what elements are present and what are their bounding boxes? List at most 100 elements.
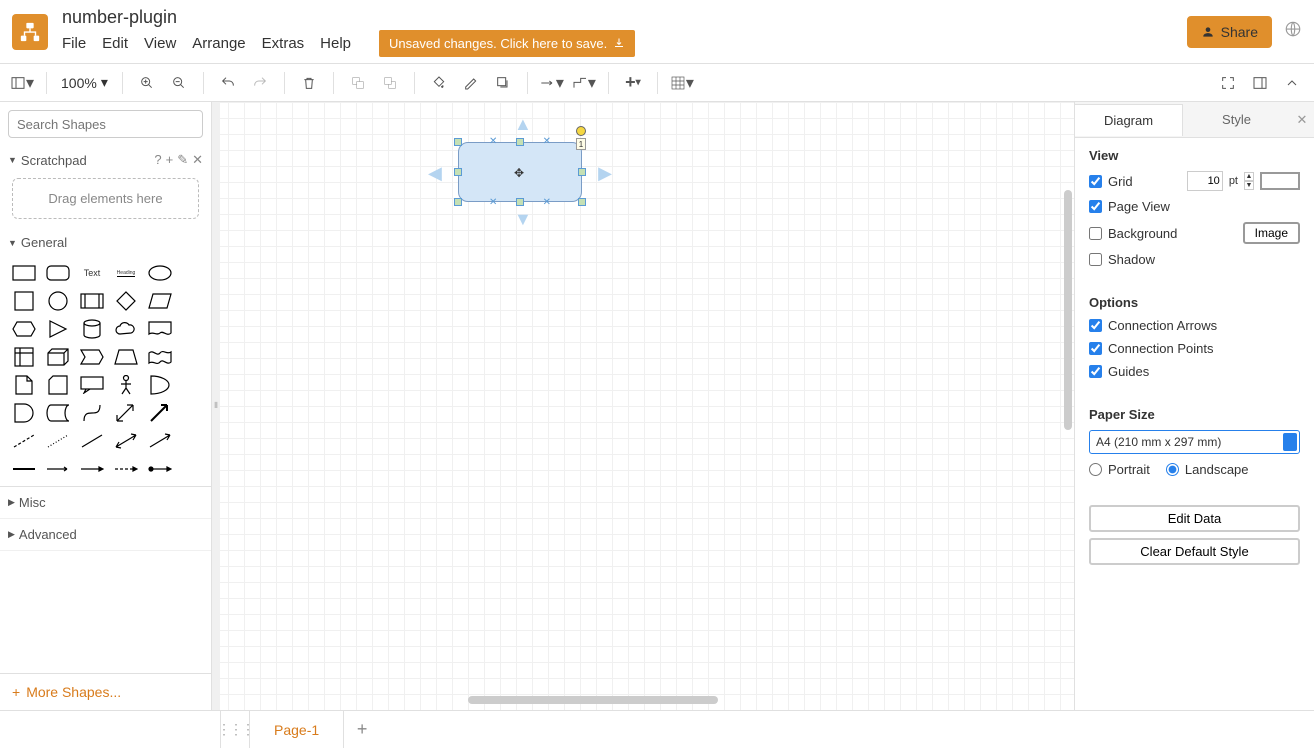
conn-pt[interactable]: ✕ (543, 197, 551, 208)
shape-diamond[interactable] (112, 290, 140, 312)
panel-close-icon[interactable]: ✕ (1290, 112, 1314, 128)
step-down[interactable]: ▼ (1244, 181, 1254, 190)
edit-icon[interactable]: ✎ (177, 152, 188, 168)
selected-shape[interactable]: ◀ ▶ ▲ ▼ 1 ✕ ✕ ✕ ✕ ✥ (458, 142, 582, 202)
edit-data-button[interactable]: Edit Data (1089, 505, 1300, 532)
close-icon[interactable]: ✕ (192, 152, 203, 168)
dir-arrow-left[interactable]: ◀ (428, 163, 442, 184)
table-dropdown[interactable]: ▾ (668, 69, 696, 97)
shape-dashed-line[interactable] (10, 430, 38, 452)
resize-handle-tc[interactable] (516, 138, 524, 146)
line-color-button[interactable] (457, 69, 485, 97)
format-panel-toggle[interactable] (1246, 69, 1274, 97)
insert-dropdown[interactable]: +▾ (619, 69, 647, 97)
shape-text[interactable]: Text (78, 262, 106, 284)
shape-process[interactable] (78, 290, 106, 312)
menu-edit[interactable]: Edit (102, 35, 128, 52)
undo-button[interactable] (214, 69, 242, 97)
tab-diagram[interactable]: Diagram (1075, 104, 1183, 136)
grid-size-input[interactable] (1187, 171, 1223, 191)
collapse-button[interactable] (1278, 69, 1306, 97)
shape-circle[interactable] (44, 290, 72, 312)
shape-arrow[interactable] (146, 402, 174, 424)
shape-internal-storage[interactable] (10, 346, 38, 368)
shape-thin-arrow[interactable] (78, 458, 106, 480)
shape-parallelogram[interactable] (146, 290, 174, 312)
shape-search[interactable] (8, 110, 203, 138)
fill-color-button[interactable] (425, 69, 453, 97)
guides-checkbox[interactable]: Guides (1089, 364, 1149, 379)
help-icon[interactable]: ? (154, 152, 161, 168)
shape-dotted-line[interactable] (44, 430, 72, 452)
tab-style[interactable]: Style (1183, 104, 1290, 135)
add-icon[interactable]: + (166, 152, 174, 168)
conn-pt[interactable]: ✕ (489, 197, 497, 208)
advanced-header[interactable]: ▶ Advanced (0, 519, 211, 551)
shape-rounded-rect[interactable] (44, 262, 72, 284)
shape-triangle[interactable] (44, 318, 72, 340)
shape-ellipse[interactable] (146, 262, 174, 284)
shape-or[interactable] (146, 374, 174, 396)
shape-cloud[interactable] (112, 318, 140, 340)
dir-arrow-right[interactable]: ▶ (598, 163, 612, 184)
delete-button[interactable] (295, 69, 323, 97)
shape-heading[interactable]: Heading (112, 262, 140, 284)
conn-pt[interactable]: ✕ (543, 136, 551, 147)
fullscreen-button[interactable] (1214, 69, 1242, 97)
page-tab-1[interactable]: Page-1 (250, 711, 344, 748)
general-header[interactable]: ▼ General (0, 229, 211, 256)
resize-handle-tl[interactable] (454, 138, 462, 146)
vertical-scrollbar[interactable] (1064, 190, 1072, 430)
shape-callout[interactable] (78, 374, 106, 396)
dir-arrow-up[interactable]: ▲ (514, 114, 532, 135)
shape-hexagon[interactable] (10, 318, 38, 340)
shape-trapezoid[interactable] (112, 346, 140, 368)
grid-checkbox[interactable]: Grid (1089, 174, 1133, 189)
splitter-handle[interactable]: ⦀ (212, 102, 220, 710)
shape-dashed-arrow[interactable] (112, 458, 140, 480)
canvas-page[interactable]: ◀ ▶ ▲ ▼ 1 ✕ ✕ ✕ ✕ ✥ (220, 102, 1074, 710)
to-back-button[interactable] (376, 69, 404, 97)
menu-extras[interactable]: Extras (262, 35, 305, 52)
shape-rect[interactable] (10, 262, 38, 284)
canvas[interactable]: ⦀ ◀ ▶ ▲ ▼ 1 ✕ ✕ ✕ ✕ (212, 102, 1074, 710)
connection-dropdown[interactable]: ▾ (538, 69, 566, 97)
app-logo[interactable] (12, 14, 48, 50)
step-up[interactable]: ▲ (1244, 172, 1254, 181)
menu-view[interactable]: View (144, 35, 176, 52)
sidebar-toggle-button[interactable]: ▾ (8, 69, 36, 97)
more-shapes-button[interactable]: + More Shapes... (0, 673, 211, 710)
shape-document[interactable] (146, 318, 174, 340)
shape-data-storage[interactable] (44, 402, 72, 424)
misc-header[interactable]: ▶ Misc (0, 487, 211, 519)
shape-square[interactable] (10, 290, 38, 312)
resize-handle-bl[interactable] (454, 198, 462, 206)
shape-and[interactable] (10, 402, 38, 424)
zoom-dropdown[interactable]: 100%▾ (57, 74, 112, 91)
waypoints-dropdown[interactable]: ▾ (570, 69, 598, 97)
background-checkbox[interactable]: Background (1089, 226, 1177, 241)
shape-cylinder[interactable] (78, 318, 106, 340)
shadow-button[interactable] (489, 69, 517, 97)
grid-stepper[interactable]: ▲▼ (1244, 172, 1254, 190)
add-page-button[interactable]: + (344, 719, 380, 740)
search-input[interactable] (17, 117, 193, 132)
shape-cube[interactable] (44, 346, 72, 368)
dir-arrow-down[interactable]: ▼ (514, 209, 532, 230)
page-view-checkbox[interactable]: Page View (1089, 199, 1170, 214)
menu-file[interactable]: File (62, 35, 86, 52)
shape-tape[interactable] (146, 346, 174, 368)
shape-note[interactable] (10, 374, 38, 396)
conn-arrows-checkbox[interactable]: Connection Arrows (1089, 318, 1217, 333)
resize-handle-lc[interactable] (454, 168, 462, 176)
to-front-button[interactable] (344, 69, 372, 97)
shape-dir-connector[interactable] (146, 430, 174, 452)
shape-curve[interactable] (78, 402, 106, 424)
document-title[interactable]: number-plugin (62, 7, 635, 28)
conn-points-checkbox[interactable]: Connection Points (1089, 341, 1214, 356)
redo-button[interactable] (246, 69, 274, 97)
paper-size-select[interactable]: A4 (210 mm x 297 mm) (1089, 430, 1300, 454)
menu-help[interactable]: Help (320, 35, 351, 52)
resize-handle-bc[interactable] (516, 198, 524, 206)
resize-handle-rc[interactable] (578, 168, 586, 176)
